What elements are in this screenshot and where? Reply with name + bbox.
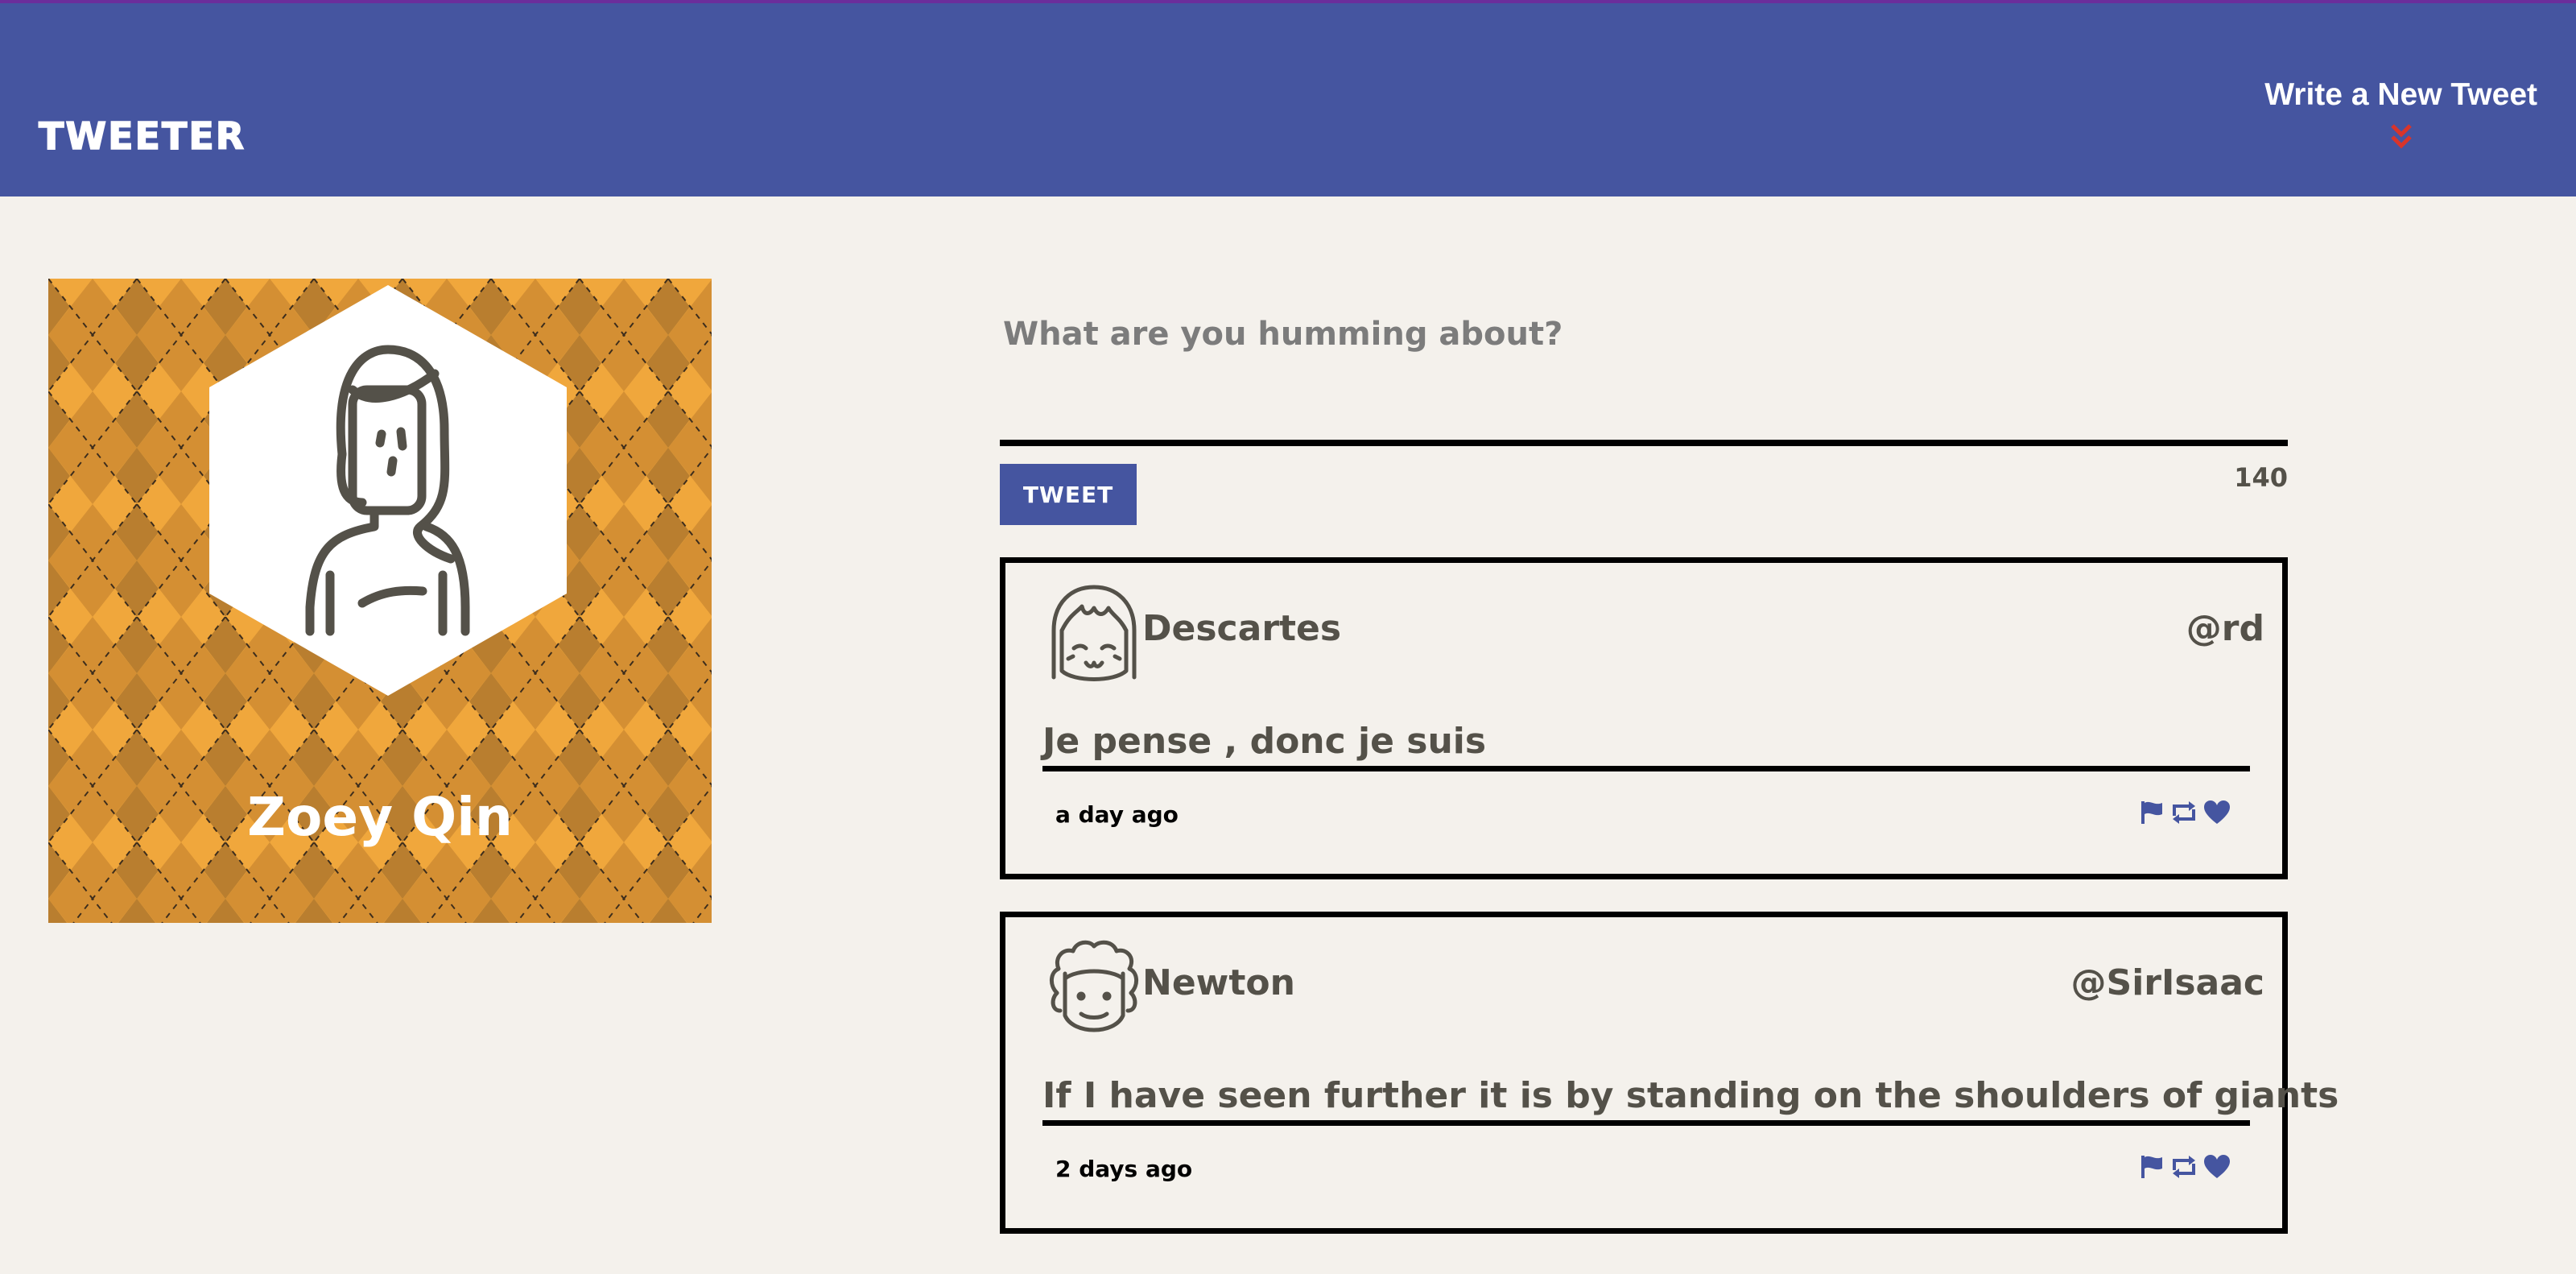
tweet-content: Je pense , donc je suis: [1042, 721, 1487, 762]
tweet-compose-input[interactable]: [1000, 316, 2288, 436]
tweet-divider: [1042, 766, 2250, 771]
character-counter: 140: [2234, 462, 2288, 493]
brand-logo[interactable]: TWEETER: [38, 114, 246, 159]
tweet-content: If I have seen further it is by standing…: [1042, 1075, 2339, 1116]
curly-hair-avatar-icon: [1050, 940, 1138, 1032]
tweet-author-handle: @SirIsaac: [2070, 962, 2265, 1003]
profile-card: Zoey Qin: [48, 279, 712, 923]
tweet-actions: [2139, 1154, 2231, 1183]
tweet-timestamp: a day ago: [1055, 801, 1179, 828]
tweet-author-name: Descartes: [1142, 608, 1342, 649]
tweet-actions: [2139, 800, 2231, 829]
tweet-submit-button[interactable]: TWEET: [1000, 464, 1137, 525]
tweet-author-handle: @rd: [2186, 608, 2264, 649]
compose-underline: [1000, 440, 2288, 446]
flag-icon[interactable]: [2139, 1154, 2165, 1183]
compose-area: [1000, 316, 2288, 445]
tweet-divider: [1042, 1120, 2250, 1126]
retweet-icon[interactable]: [2169, 1154, 2198, 1183]
heart-icon[interactable]: [2203, 800, 2231, 829]
double-chevron-down-icon[interactable]: [2389, 122, 2413, 150]
girl-bangs-avatar-icon: [1051, 585, 1137, 681]
write-new-tweet-label[interactable]: Write a New Tweet: [2264, 77, 2537, 113]
navbar: TWEETER Write a New Tweet: [0, 3, 2576, 196]
profile-name: Zoey Qin: [247, 786, 513, 848]
profile-hexagon-frame: [209, 285, 567, 696]
flag-icon[interactable]: [2139, 800, 2165, 829]
tweet-timestamp: 2 days ago: [1055, 1156, 1193, 1182]
heart-icon[interactable]: [2203, 1154, 2231, 1183]
retweet-icon[interactable]: [2169, 800, 2198, 829]
tweet-author-name: Newton: [1142, 962, 1295, 1003]
tweet-card: Newton @SirIsaac If I have seen further …: [1000, 912, 2339, 1234]
tweet-card: Descartes @rd Je pense , donc je suis a …: [1000, 557, 2288, 879]
write-new-tweet-toggle[interactable]: Write a New Tweet: [2264, 77, 2537, 150]
